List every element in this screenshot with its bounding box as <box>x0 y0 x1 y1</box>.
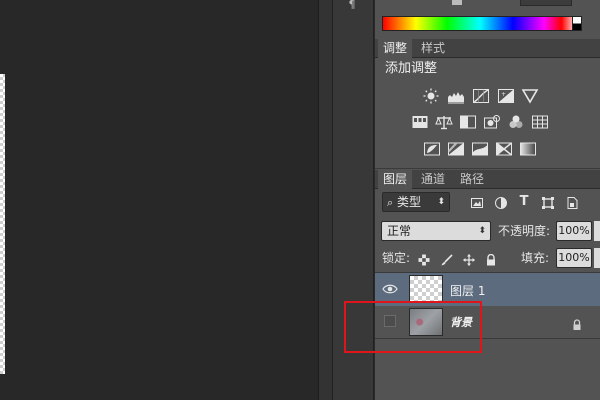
layer-1-thumbnail <box>409 275 443 303</box>
color-value-field[interactable] <box>520 0 572 6</box>
lock-label: 锁定: <box>382 251 411 265</box>
levels-icon[interactable] <box>447 88 465 104</box>
brightness-contrast-icon[interactable] <box>422 88 440 104</box>
color-spectrum-bar[interactable] <box>382 16 578 31</box>
opacity-label: 不透明度: <box>498 224 551 238</box>
chevron-icon: ⬍ <box>478 226 486 236</box>
smart-object-filter-icon[interactable] <box>565 195 579 209</box>
hue-saturation-icon[interactable] <box>411 114 429 130</box>
chevron-icon: ⬍ <box>437 197 445 207</box>
tab-styles[interactable]: 样式 <box>416 39 450 58</box>
tab-paths[interactable]: 路径 <box>455 170 489 189</box>
selective-color-icon[interactable] <box>495 141 513 157</box>
adjustments-heading: 添加调整 <box>385 61 438 76</box>
curves-icon[interactable] <box>472 88 490 104</box>
photo-filter-icon[interactable] <box>483 114 501 130</box>
vibrance-icon[interactable] <box>521 88 539 104</box>
lock-all-icon[interactable] <box>485 251 497 266</box>
opacity-dropdown-arrow[interactable] <box>594 221 600 241</box>
filter-label: 类型 <box>397 195 422 209</box>
blend-mode-select[interactable]: 正常 ⬍ <box>381 221 491 241</box>
tab-layers[interactable]: 图层 <box>378 170 413 189</box>
gradient-map-icon[interactable] <box>519 141 537 157</box>
eye-icon[interactable] <box>382 281 398 297</box>
black-white-swatch[interactable] <box>572 16 582 31</box>
black-white-icon[interactable] <box>459 114 477 130</box>
panel-divider[interactable] <box>318 0 332 400</box>
adjustment-filter-icon[interactable] <box>494 195 508 209</box>
lock-image-pixels-icon[interactable] <box>441 251 453 266</box>
layer-name[interactable]: 图层 1 <box>450 283 485 299</box>
shape-filter-icon[interactable] <box>541 195 555 209</box>
adjustments-tab-bar: 调整 样式 <box>375 39 600 58</box>
pixel-filter-icon[interactable] <box>470 195 484 209</box>
fill-dropdown-arrow[interactable] <box>594 248 600 268</box>
opacity-field[interactable]: 100% <box>556 221 592 241</box>
highlight-box <box>344 301 482 353</box>
channel-mixer-icon[interactable] <box>507 114 525 130</box>
fill-label: 填充: <box>521 251 550 265</box>
lock-transparent-pixels-icon[interactable] <box>418 251 430 266</box>
exposure-icon[interactable]: + <box>497 88 515 104</box>
search-icon: ⌕ <box>387 196 394 209</box>
svg-text:+: + <box>501 91 506 98</box>
fill-field[interactable]: 100% <box>556 248 592 268</box>
blend-mode-value: 正常 <box>387 224 412 238</box>
color-balance-icon[interactable] <box>435 114 453 130</box>
document-canvas[interactable] <box>0 0 318 400</box>
type-filter-icon[interactable]: T <box>517 195 531 209</box>
invert-icon[interactable] <box>423 141 441 157</box>
color-slider-thumb[interactable] <box>452 0 462 5</box>
lock-icon[interactable] <box>571 316 583 330</box>
posterize-icon[interactable] <box>447 141 465 157</box>
paragraph-icon[interactable]: ¶ <box>345 0 359 10</box>
panel-separator <box>375 168 600 169</box>
tab-adjustments[interactable]: 调整 <box>378 39 413 58</box>
tab-channels[interactable]: 通道 <box>416 170 450 189</box>
layer-filter-select[interactable]: ⌕ 类型 ⬍ <box>382 192 450 212</box>
threshold-icon[interactable] <box>471 141 489 157</box>
layers-tab-bar: 图层 通道 路径 <box>375 170 600 189</box>
lock-position-icon[interactable] <box>463 251 475 266</box>
color-lookup-icon[interactable] <box>531 114 549 130</box>
canvas-transparent-edge <box>0 74 5 374</box>
